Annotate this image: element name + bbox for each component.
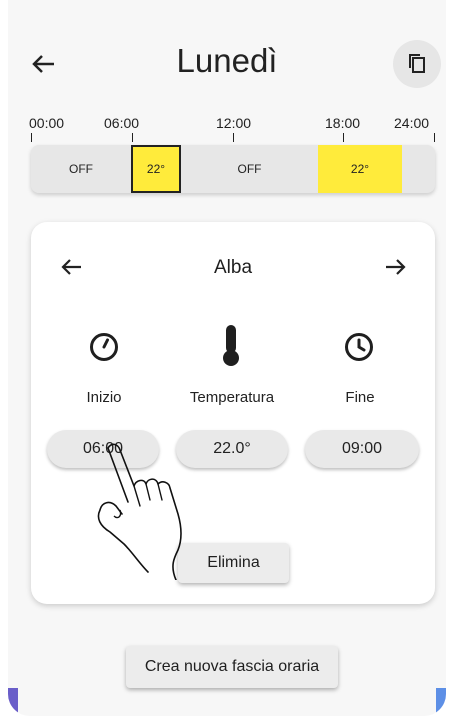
segment-label: OFF <box>69 162 93 176</box>
copy-icon <box>409 54 425 73</box>
clock-icon <box>345 333 373 361</box>
timeline-tick-label: 24:00 <box>394 115 430 131</box>
timeline-segment-off[interactable]: OFF <box>181 145 318 193</box>
temperature-icon-wrap <box>218 322 244 373</box>
thermometer-icon <box>223 325 239 366</box>
slot-title: Alba <box>213 257 253 278</box>
timer-icon <box>90 333 118 361</box>
end-time-button[interactable]: 09:00 <box>305 430 419 468</box>
next-slot-button[interactable] <box>382 255 408 284</box>
end-label: Fine <box>345 389 375 406</box>
arrow-right-icon <box>386 259 406 275</box>
segment-label: 22° <box>146 162 166 176</box>
timeline-bar: OFF 22° OFF 22° <box>31 145 435 193</box>
timeline-tick-label: 18:00 <box>325 115 361 131</box>
timeline-tick-label: 12:00 <box>216 115 252 131</box>
timeline-tick-label: 00:00 <box>29 115 65 131</box>
screen-corner-right <box>436 688 446 716</box>
create-slot-button[interactable]: Crea nuova fascia oraria <box>126 646 338 688</box>
segment-label: OFF <box>237 162 262 176</box>
timeline-segment-off[interactable]: OFF <box>31 145 131 193</box>
page-title: Lunedì <box>176 42 278 79</box>
timeline-tick <box>31 133 32 142</box>
start-label: Inizio <box>86 389 122 406</box>
segment-label: 22° <box>350 162 370 176</box>
screen-corner-left <box>8 688 18 716</box>
timeline-tick <box>132 133 133 142</box>
timeline-segment-selected[interactable]: 22° <box>131 145 181 193</box>
end-icon-wrap <box>343 331 375 368</box>
timeline-tick <box>434 133 435 142</box>
timeline-segment-heat[interactable]: 22° <box>318 145 402 193</box>
hand-pointer-icon <box>97 443 182 580</box>
copy-button[interactable] <box>393 40 441 88</box>
temperature-label: Temperatura <box>189 389 275 406</box>
timeline-tick-label: 06:00 <box>104 115 140 131</box>
timeline-tick <box>343 133 344 142</box>
start-icon-wrap <box>88 331 120 368</box>
timeline-tick <box>233 133 234 142</box>
